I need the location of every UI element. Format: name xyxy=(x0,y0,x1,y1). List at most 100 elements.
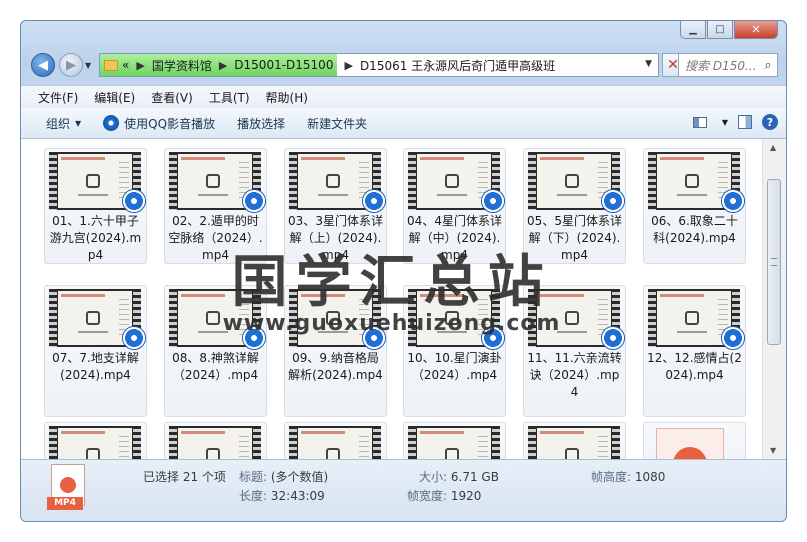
recent-pages-dropdown[interactable]: ▼ xyxy=(85,61,91,70)
search-icon[interactable]: ⌕ xyxy=(759,58,777,73)
thumbnail-detail xyxy=(685,311,699,325)
qq-player-icon xyxy=(103,115,120,131)
file-tile-partial[interactable] xyxy=(523,422,626,459)
thumbnail-frame xyxy=(58,428,132,459)
scrollbar-thumb[interactable] xyxy=(767,179,781,345)
title-value[interactable]: (多个数值) xyxy=(271,470,328,484)
file-name: 11、11.六亲流转诀（2024）.mp4 xyxy=(527,351,622,399)
breadcrumb-item[interactable]: D15001-D15100 xyxy=(234,58,333,72)
size-value: 6.71 GB xyxy=(450,470,499,484)
thumbnail-detail xyxy=(685,174,699,188)
size-property: 大小: 6.71 GB xyxy=(419,468,499,485)
play-qq-button[interactable]: 使用QQ影音播放 xyxy=(103,115,215,132)
file-tile-partial[interactable] xyxy=(44,422,147,459)
new-folder-button[interactable]: 新建文件夹 xyxy=(307,115,367,132)
thumbnail-detail xyxy=(557,331,587,333)
qq-player-icon xyxy=(123,327,145,349)
file-tile[interactable]: 07、7.地支详解(2024).mp4 xyxy=(44,285,147,417)
file-tile[interactable]: 02、2.遁甲的时空脉络（2024）.mp4 xyxy=(164,148,267,264)
back-button[interactable]: ◀ xyxy=(31,53,55,77)
frame-height-property: 帧高度: 1080 xyxy=(591,468,665,485)
scroll-up-icon[interactable]: ▲ xyxy=(770,143,776,152)
maximize-icon: □ xyxy=(715,23,725,35)
file-tile[interactable]: 08、8.神煞详解（2024）.mp4 xyxy=(164,285,267,417)
file-tile[interactable]: 11、11.六亲流转诀（2024）.mp4 xyxy=(523,285,626,417)
file-list[interactable]: 01、1.六十甲子游九宫(2024).mp4 02、2.遁甲的时空脉络（2024）… xyxy=(21,139,762,459)
file-name: 10、10.星门演卦（2024）.mp4 xyxy=(407,351,502,382)
thumbnail-detail xyxy=(198,331,228,333)
address-bar[interactable]: « ▶ 国学资料馆 ▶ D15001-D15100 ▶ D15061 王永源风后… xyxy=(99,53,659,77)
file-tile[interactable]: 12、12.感情占(2024).mp4 xyxy=(643,285,746,417)
minimize-button[interactable]: ▁ xyxy=(680,21,706,39)
thumbnail-detail xyxy=(437,194,467,196)
thumbnail-detail xyxy=(301,294,345,297)
chevron-right-icon[interactable]: ▶ xyxy=(344,59,352,72)
file-name: 02、2.遁甲的时空脉络（2024）.mp4 xyxy=(168,214,263,262)
thumbnail-detail xyxy=(660,157,704,160)
breadcrumb-overflow[interactable]: « xyxy=(122,58,129,72)
search-input[interactable]: 搜索 D150... xyxy=(685,57,759,74)
preview-pane-icon[interactable] xyxy=(738,115,752,129)
video-thumbnail xyxy=(289,426,381,459)
menu-view[interactable]: 查看(V) xyxy=(151,89,193,106)
thumbnail-frame xyxy=(417,291,491,345)
frame-width-label: 帧宽度: xyxy=(407,489,448,503)
video-thumbnail xyxy=(169,426,261,459)
breadcrumb-item[interactable]: 国学资料馆 xyxy=(152,57,212,74)
title-label: 标题: xyxy=(239,470,268,484)
thumbnail-frame xyxy=(537,291,611,345)
change-view-icon[interactable] xyxy=(692,116,707,128)
file-tile[interactable]: 03、3星门体系详解（上）(2024).mp4 xyxy=(284,148,387,264)
file-tile[interactable]: 04、4星门体系详解（中）(2024).mp4 xyxy=(403,148,506,264)
file-tile[interactable]: 05、5星门体系详解（下）(2024).mp4 xyxy=(523,148,626,264)
thumbnail-detail xyxy=(206,174,220,188)
menu-tools[interactable]: 工具(T) xyxy=(209,89,250,106)
file-tile[interactable]: 09、9.纳音格局解析(2024).mp4 xyxy=(284,285,387,417)
title-property: 标题: (多个数值) xyxy=(239,468,328,485)
file-tile[interactable]: 10、10.星门演卦（2024）.mp4 xyxy=(403,285,506,417)
arrow-left-icon: ◀ xyxy=(38,57,48,73)
file-tile[interactable]: 01、1.六十甲子游九宫(2024).mp4 xyxy=(44,148,147,264)
chevron-down-icon[interactable]: ▼ xyxy=(722,118,728,127)
thumbnail-detail xyxy=(478,436,488,459)
thumbnail-frame xyxy=(58,154,132,208)
file-tile-partial[interactable] xyxy=(643,422,746,459)
vertical-scrollbar[interactable]: ▲ ▼ xyxy=(762,139,786,459)
minimize-icon: ▁ xyxy=(689,23,697,35)
menu-help[interactable]: 帮助(H) xyxy=(266,89,308,106)
file-tile-partial[interactable] xyxy=(284,422,387,459)
qq-player-icon xyxy=(123,190,145,212)
file-tile-partial[interactable] xyxy=(403,422,506,459)
scroll-down-icon[interactable]: ▼ xyxy=(770,446,776,455)
file-name: 07、7.地支详解(2024).mp4 xyxy=(52,351,139,382)
file-name: 09、9.纳音格局解析(2024).mp4 xyxy=(288,351,383,382)
forward-button[interactable]: ▶ xyxy=(59,53,83,77)
window-controls: ▁ □ ✕ xyxy=(680,21,778,39)
file-type-tag: MP4 xyxy=(47,497,83,510)
organize-button[interactable]: 组织 ▼ xyxy=(46,115,81,132)
file-tile[interactable]: 06、6.取象二十科(2024).mp4 xyxy=(643,148,746,264)
file-name: 03、3星门体系详解（上）(2024).mp4 xyxy=(288,214,383,262)
thumbnail-detail xyxy=(359,436,369,459)
menu-edit[interactable]: 编辑(E) xyxy=(94,89,135,106)
chevron-right-icon[interactable]: ▶ xyxy=(219,59,227,72)
maximize-button[interactable]: □ xyxy=(707,21,733,39)
arrow-right-icon: ▶ xyxy=(66,57,76,73)
address-dropdown-icon[interactable]: ▼ xyxy=(645,59,652,69)
thumbnail-detail xyxy=(181,431,225,434)
close-button[interactable]: ✕ xyxy=(734,21,778,39)
file-name: 01、1.六十甲子游九宫(2024).mp4 xyxy=(49,214,142,262)
help-icon[interactable]: ? xyxy=(762,114,778,130)
play-selection-button[interactable]: 播放选择 xyxy=(237,115,285,132)
thumbnail-detail xyxy=(61,294,105,297)
breadcrumb-current[interactable]: D15061 王永源风后奇门遁甲高级班 xyxy=(360,57,555,74)
file-tile-partial[interactable] xyxy=(164,422,267,459)
search-box[interactable]: 搜索 D150... ⌕ xyxy=(678,53,778,77)
frame-width-value: 1920 xyxy=(450,489,482,503)
command-bar: 组织 ▼ 使用QQ影音播放 播放选择 新建文件夹 ▼ ? xyxy=(21,108,786,139)
menu-file[interactable]: 文件(F) xyxy=(38,89,78,106)
chevron-down-icon: ▼ xyxy=(75,118,82,128)
qq-player-icon xyxy=(722,327,744,349)
length-property: 长度: 32:43:09 xyxy=(239,487,325,504)
view-controls: ▼ ? xyxy=(692,114,778,130)
